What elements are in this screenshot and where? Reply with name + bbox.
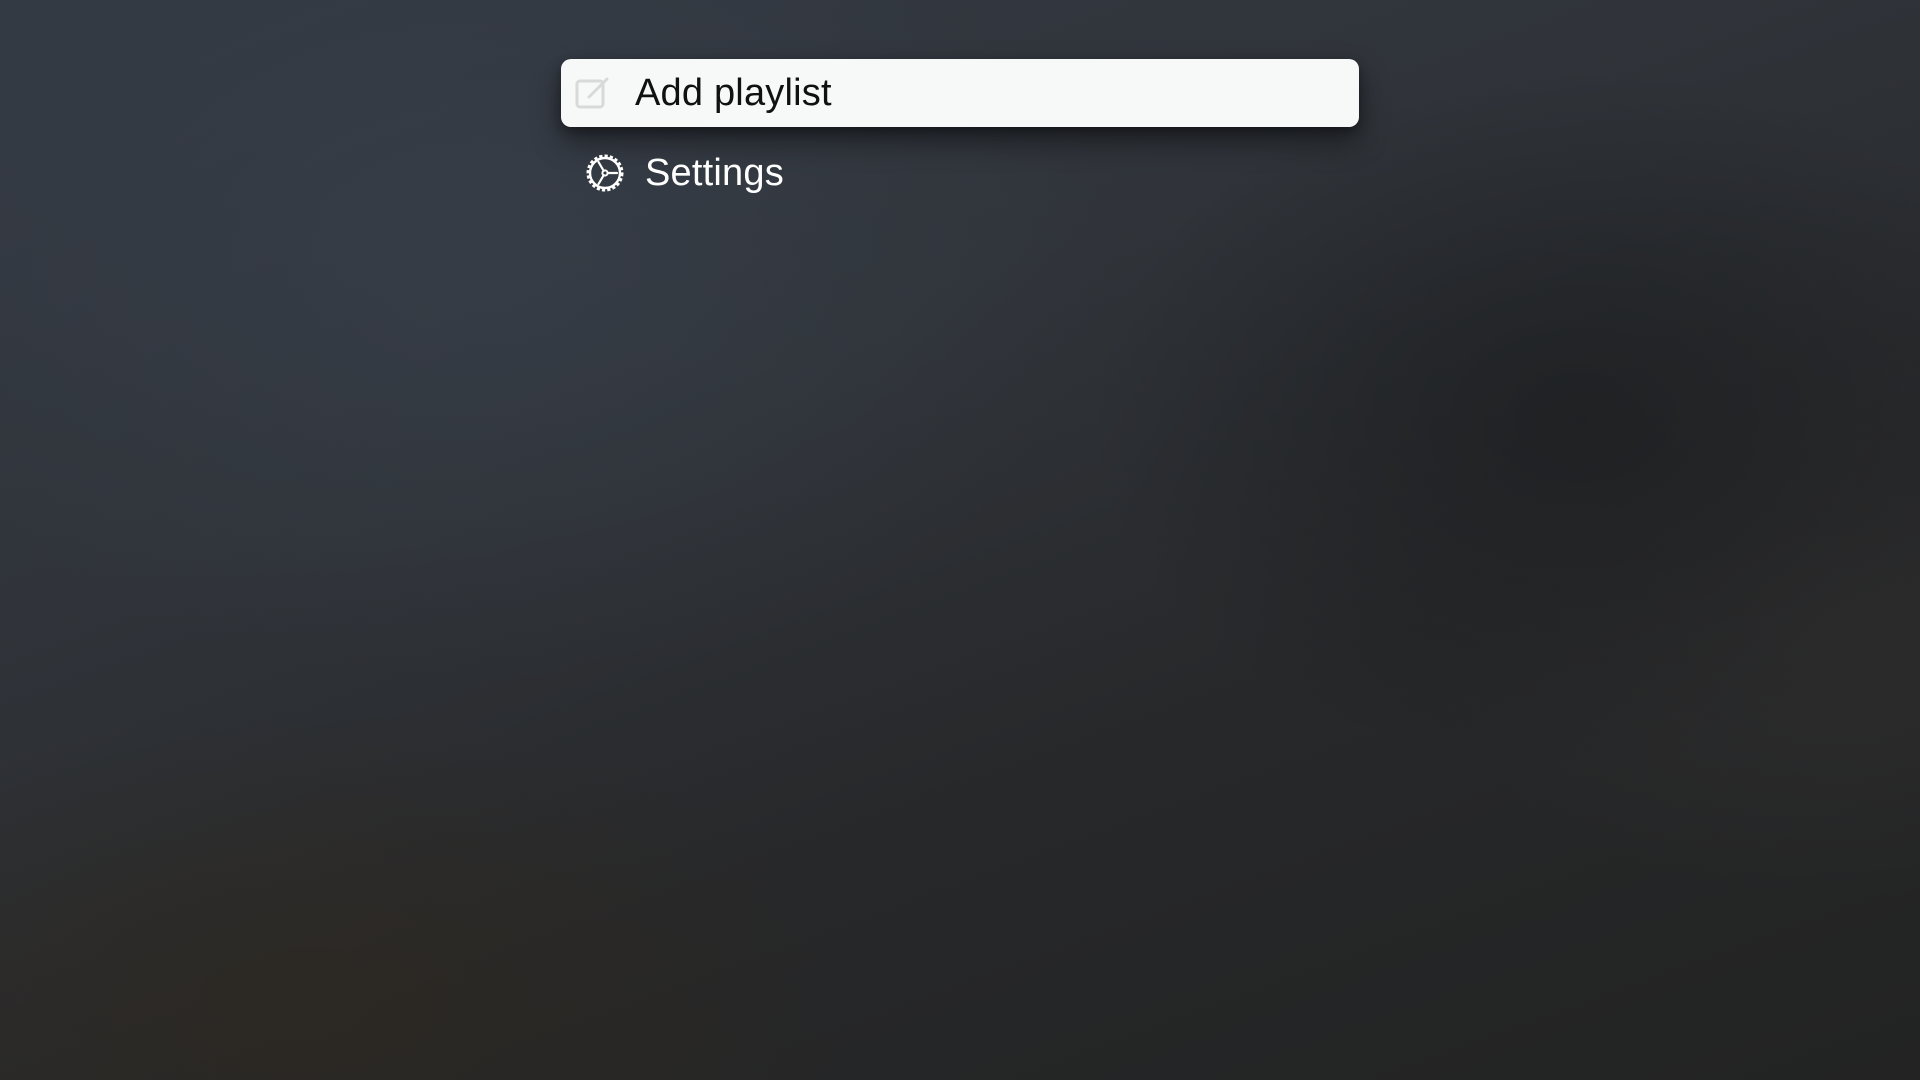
add-playlist-label: Add playlist — [635, 71, 832, 114]
sidebar-menu: Add playlist Settings — [561, 59, 1359, 207]
gear-icon — [583, 151, 627, 195]
compose-icon — [571, 71, 615, 115]
settings-label: Settings — [645, 151, 784, 194]
settings-button[interactable]: Settings — [561, 139, 1359, 207]
add-playlist-button[interactable]: Add playlist — [561, 59, 1359, 127]
